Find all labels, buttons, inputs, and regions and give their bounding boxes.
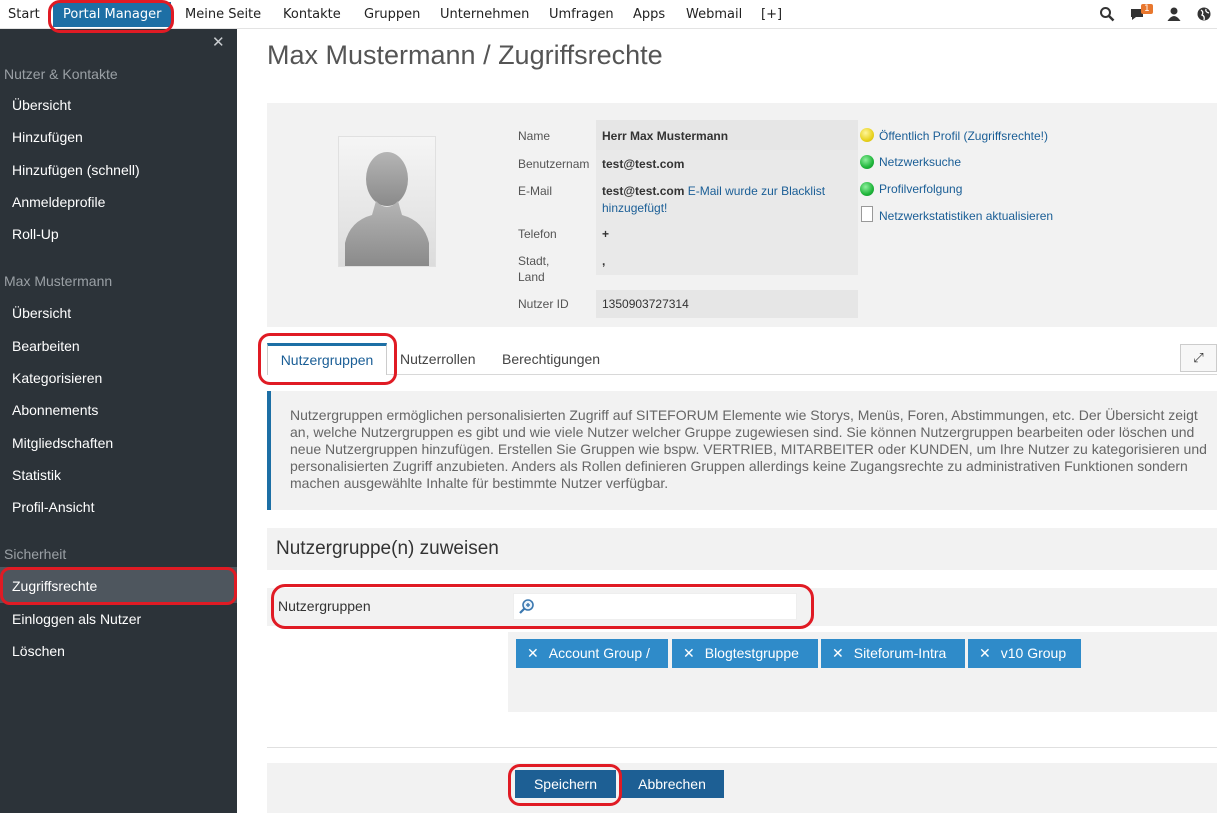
annotation-highlight [271, 584, 814, 629]
label-phone: Telefon [518, 227, 557, 241]
tag-v10-group: ✕ v10 Group [968, 639, 1081, 668]
status-network-search-icon [860, 155, 874, 169]
notification-badge: 1 [1141, 4, 1153, 14]
top-navigation: Start Portal Manager Meine Seite Kontakt… [0, 0, 1217, 29]
search-icon[interactable] [1099, 6, 1115, 22]
link-profile-tracking[interactable]: Profilverfolgung [879, 182, 962, 196]
remove-tag-icon[interactable]: ✕ [527, 645, 539, 661]
value-city: , [602, 254, 606, 268]
sidebar-item-bearbeiten[interactable]: Bearbeiten [12, 338, 80, 354]
nav-umfragen[interactable]: Umfragen [549, 0, 614, 29]
label-user-id: Nutzer ID [518, 297, 569, 311]
sidebar-item-hinzufuegen-schnell[interactable]: Hinzufügen (schnell) [12, 162, 140, 178]
annotation-highlight [48, 0, 174, 33]
assign-heading: Nutzergruppe(n) zuweisen [267, 528, 1217, 570]
sidebar-item-statistik[interactable]: Statistik [12, 467, 61, 483]
sidebar-close-icon[interactable]: ✕ [212, 33, 225, 51]
annotation-highlight [0, 567, 237, 605]
nav-meine-seite[interactable]: Meine Seite [185, 0, 261, 29]
avatar [338, 136, 436, 267]
sidebar-section-sicherheit: Sicherheit [4, 546, 67, 562]
sidebar-item-loeschen[interactable]: Löschen [12, 643, 65, 659]
nav-gruppen[interactable]: Gruppen [364, 0, 420, 29]
annotation-highlight [258, 333, 397, 385]
link-network-search[interactable]: Netzwerksuche [879, 155, 961, 169]
tag-label: Siteforum-Intra [853, 645, 947, 661]
label-email: E-Mail [518, 184, 553, 198]
info-description: Nutzergruppen ermöglichen personalisiert… [267, 391, 1217, 510]
remove-tag-icon[interactable]: ✕ [979, 645, 991, 661]
sidebar-item-profil-ansicht[interactable]: Profil-Ansicht [12, 499, 94, 515]
remove-tag-icon[interactable]: ✕ [683, 645, 695, 661]
value-name: Herr Max Mustermann [602, 129, 729, 143]
document-icon [861, 206, 873, 222]
tag-account-group: ✕ Account Group / [516, 639, 668, 668]
nav-kontakte[interactable]: Kontakte [283, 0, 341, 29]
tag-label: Account Group / [548, 645, 650, 661]
value-email: test@test.com [602, 184, 685, 198]
status-public-profile-icon [860, 128, 874, 142]
nav-apps[interactable]: Apps [633, 0, 665, 29]
label-name: Name [518, 129, 551, 143]
form-actions [267, 763, 1217, 813]
tag-blogtestgruppe: ✕ Blogtestgruppe [672, 639, 818, 668]
sidebar-item-anmeldeprofile[interactable]: Anmeldeprofile [12, 194, 105, 210]
sidebar-section-nutzer-kontakte: Nutzer & Kontakte [4, 66, 118, 82]
label-username: Benutzernam [518, 157, 590, 171]
sidebar-item-user-uebersicht[interactable]: Übersicht [12, 305, 71, 321]
nav-start[interactable]: Start [8, 0, 40, 29]
nav-unternehmen[interactable]: Unternehmen [440, 0, 529, 29]
footer-divider [267, 747, 1217, 748]
nav-add[interactable]: [+] [761, 0, 782, 29]
tag-label: Blogtestgruppe [704, 645, 799, 661]
tabs-divider [267, 374, 1217, 375]
sidebar: ✕ Nutzer & Kontakte Übersicht Hinzufügen… [0, 29, 237, 813]
value-email-block: test@test.com E-Mail wurde zur Blacklist [602, 184, 825, 198]
cancel-button[interactable]: Abbrechen [620, 770, 724, 798]
avatar-silhouette-icon [345, 152, 429, 266]
value-phone: + [602, 227, 610, 241]
status-profile-tracking-icon [860, 182, 874, 196]
label-country: Land [518, 270, 545, 284]
sidebar-item-abonnements[interactable]: Abonnements [12, 402, 98, 418]
link-public-profile[interactable]: Öffentlich Profil (Zugriffsrechte!) [879, 129, 1048, 143]
tab-berechtigungen[interactable]: Berechtigungen [502, 351, 600, 367]
tag-label: v10 Group [1000, 645, 1067, 661]
value-user-id: 1350903727314 [602, 297, 689, 311]
link-update-network-stats[interactable]: Netzwerkstatistiken aktualisieren [879, 209, 1053, 223]
sidebar-item-mitgliedschaften[interactable]: Mitgliedschaften [12, 435, 113, 451]
remove-tag-icon[interactable]: ✕ [832, 645, 844, 661]
expand-icon[interactable]: ⤢ [1180, 344, 1217, 372]
sidebar-item-roll-up[interactable]: Roll-Up [12, 226, 59, 242]
value-username: test@test.com [602, 157, 685, 171]
annotation-highlight [508, 764, 622, 806]
sidebar-item-einloggen-als-nutzer[interactable]: Einloggen als Nutzer [12, 611, 141, 627]
email-blacklist-note-2[interactable]: hinzugefügt! [602, 201, 667, 215]
globe-icon[interactable] [1196, 6, 1212, 22]
sidebar-item-uebersicht[interactable]: Übersicht [12, 97, 71, 113]
tag-siteforum-intra: ✕ Siteforum-Intra [821, 639, 965, 668]
sidebar-item-kategorisieren[interactable]: Kategorisieren [12, 370, 102, 386]
sidebar-item-hinzufuegen[interactable]: Hinzufügen [12, 129, 83, 145]
page-title: Max Mustermann / Zugriffsrechte [267, 40, 663, 70]
label-city: Stadt, [518, 254, 550, 268]
tab-nutzerrollen[interactable]: Nutzerrollen [400, 351, 475, 367]
nav-webmail[interactable]: Webmail [686, 0, 742, 29]
user-icon[interactable] [1166, 6, 1182, 22]
sidebar-section-max-mustermann: Max Mustermann [4, 273, 113, 289]
email-blacklist-note[interactable]: E-Mail wurde zur Blacklist [688, 184, 825, 198]
